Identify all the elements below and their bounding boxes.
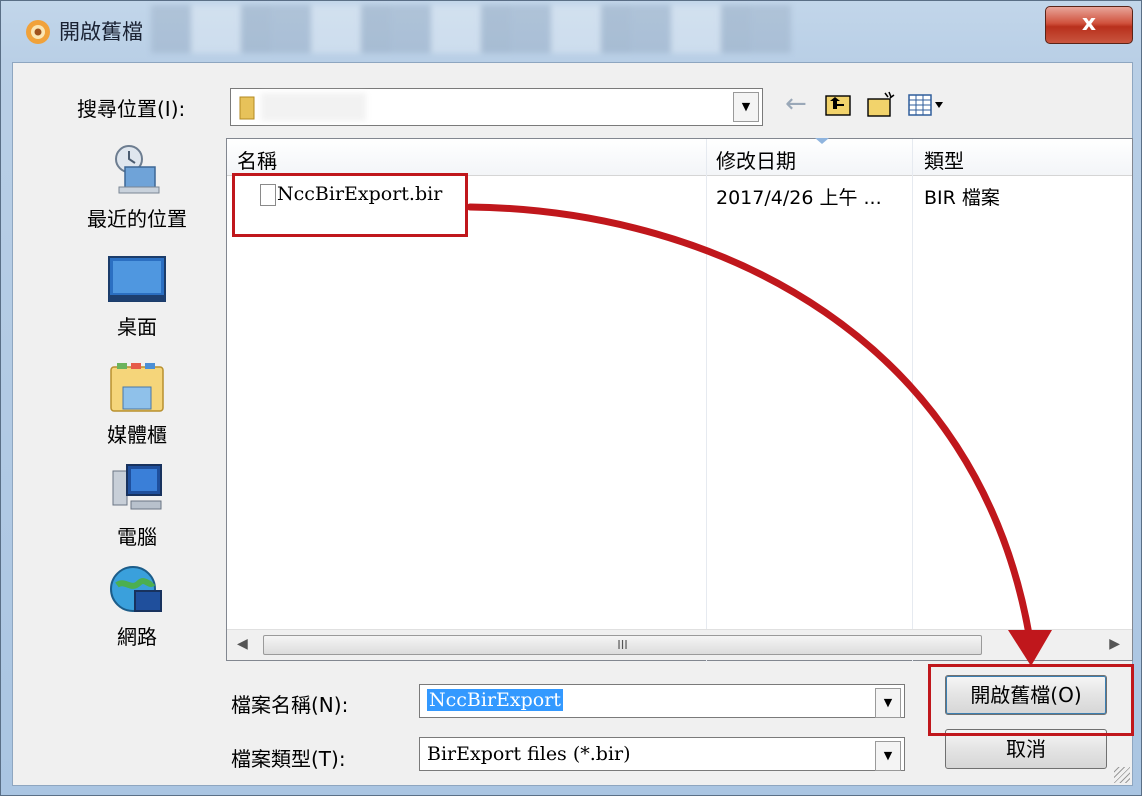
window-title: 開啟舊檔 <box>59 20 143 44</box>
column-divider <box>912 139 913 662</box>
place-label: 網路 <box>117 625 157 649</box>
app-icon <box>26 20 50 44</box>
file-modified: 2017/4/26 上午 ... <box>716 187 882 209</box>
scroll-thumb[interactable]: III <box>263 635 982 655</box>
file-icon <box>260 184 276 206</box>
dialog-body: 搜尋位置(I): ▼ ← 最近的位置 桌面 媒體櫃 電腦 網路 名稱 修改日期 … <box>12 62 1133 786</box>
place-recent[interactable]: 最近的位置 <box>67 143 207 232</box>
filetype-label: 檔案類型(T): <box>231 747 346 771</box>
filename-input[interactable]: NccBirExport ▼ <box>419 684 905 718</box>
chevron-down-icon[interactable]: ▼ <box>875 741 901 771</box>
look-in-combo[interactable]: ▼ <box>230 88 763 126</box>
filetype-select[interactable]: BirExport files (*.bir) ▼ <box>419 737 905 771</box>
views-menu-icon[interactable] <box>907 89 949 121</box>
horizontal-scrollbar[interactable]: ◀ III ▶ <box>227 629 1132 660</box>
new-folder-icon[interactable] <box>865 89 897 121</box>
place-label: 電腦 <box>117 525 157 549</box>
desktop-icon <box>108 256 166 302</box>
folder-icon <box>239 96 255 120</box>
place-label: 桌面 <box>117 315 157 339</box>
open-button[interactable]: 開啟舊檔(O) <box>945 675 1107 715</box>
grip-icon: III <box>617 638 628 652</box>
place-desktop[interactable]: 桌面 <box>67 255 207 340</box>
open-file-dialog: 開啟舊檔 x 搜尋位置(I): ▼ ← 最近的位置 桌面 媒體櫃 電腦 網路 名… <box>0 0 1142 796</box>
place-label: 最近的位置 <box>87 207 187 231</box>
filetype-value: BirExport files (*.bir) <box>427 743 631 765</box>
recent-places-icon <box>115 145 160 194</box>
file-row[interactable]: NccBirExport.bir 2017/4/26 上午 ... BIR 檔案 <box>227 181 1132 211</box>
column-header-modified[interactable]: 修改日期 <box>716 145 796 174</box>
column-divider <box>706 139 707 662</box>
file-list[interactable]: 名稱 修改日期 類型 NccBirExport.bir 2017/4/26 上午… <box>226 138 1133 662</box>
sort-indicator-icon <box>815 138 829 144</box>
scroll-right-icon[interactable]: ▶ <box>1109 636 1120 652</box>
back-icon[interactable]: ← <box>785 89 815 121</box>
network-icon <box>110 566 162 612</box>
computer-icon <box>112 464 162 510</box>
filename-label: 檔案名稱(N): <box>231 693 349 717</box>
up-folder-icon[interactable] <box>823 89 853 121</box>
place-libraries[interactable]: 媒體櫃 <box>67 361 207 448</box>
title-bar[interactable]: 開啟舊檔 x <box>1 1 1142 61</box>
look-in-label: 搜尋位置(I): <box>77 97 186 121</box>
libraries-icon <box>110 363 164 412</box>
file-name: NccBirExport.bir <box>277 183 443 205</box>
close-button[interactable]: x <box>1045 6 1133 44</box>
list-header: 名稱 修改日期 類型 <box>227 138 1132 176</box>
file-type: BIR 檔案 <box>924 187 1000 209</box>
scroll-left-icon[interactable]: ◀ <box>237 636 248 652</box>
blurred-background-area <box>151 5 791 53</box>
resize-grip[interactable] <box>1114 767 1130 783</box>
place-label: 媒體櫃 <box>107 423 167 447</box>
place-computer[interactable]: 電腦 <box>67 461 207 550</box>
column-header-type[interactable]: 類型 <box>924 145 964 174</box>
blurred-path <box>261 93 366 121</box>
filename-value: NccBirExport <box>427 689 563 711</box>
chevron-down-icon[interactable]: ▼ <box>733 92 759 122</box>
column-header-name[interactable]: 名稱 <box>237 145 277 174</box>
place-network[interactable]: 網路 <box>67 561 207 650</box>
close-icon: x <box>1081 11 1097 36</box>
cancel-button[interactable]: 取消 <box>945 729 1107 769</box>
chevron-down-icon[interactable]: ▼ <box>875 688 901 718</box>
